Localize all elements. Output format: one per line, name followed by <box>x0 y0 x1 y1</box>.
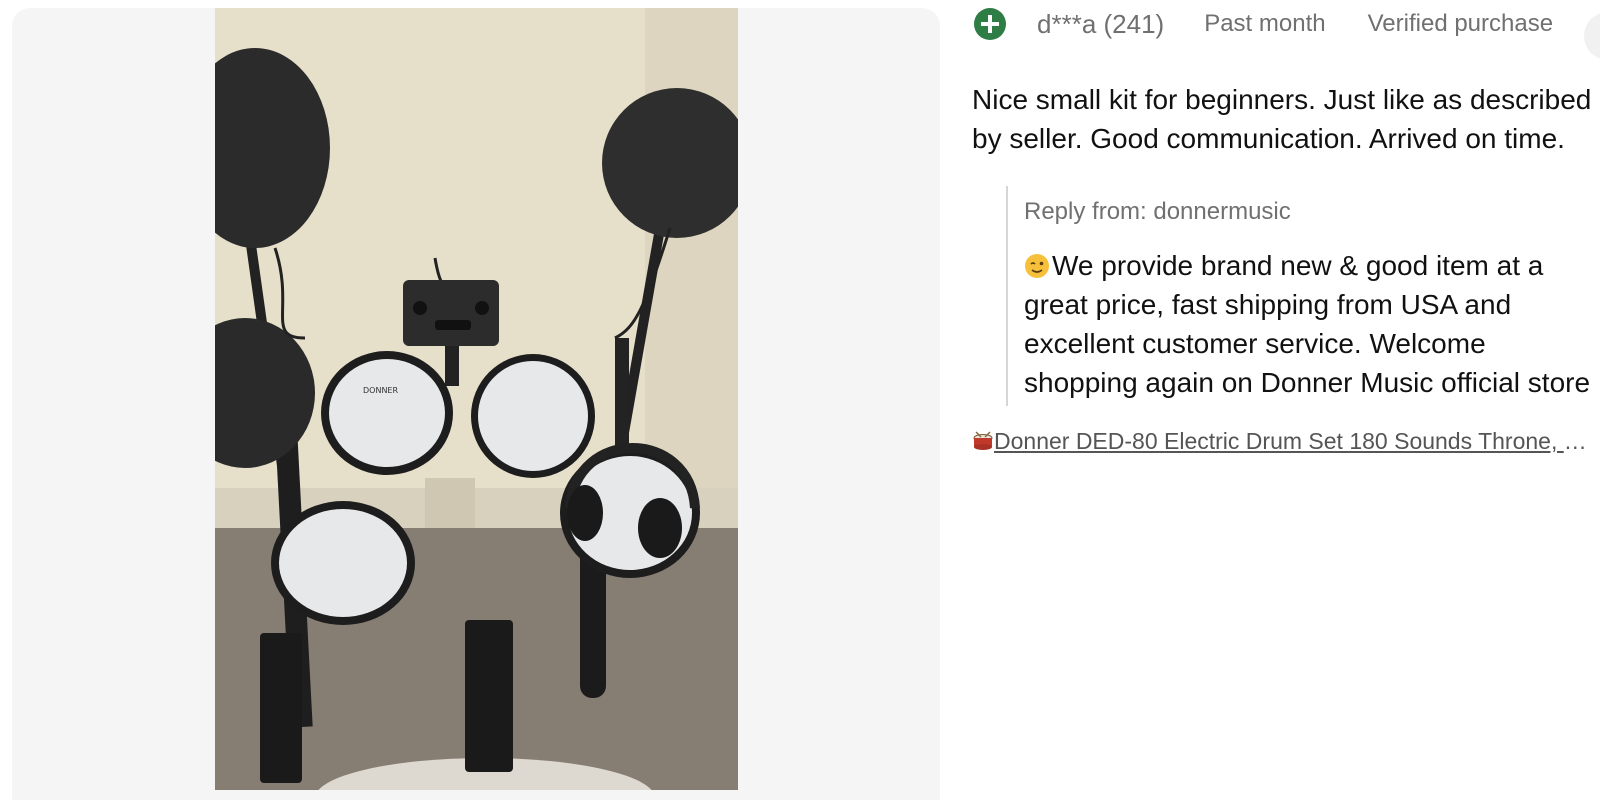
reply-body: We provide brand new & good item at a gr… <box>1024 250 1591 398</box>
review-page: DONNER d***a (241) Past month Verified p… <box>0 0 1600 800</box>
drum-kit-photo: DONNER <box>215 8 738 790</box>
avatar[interactable] <box>974 8 1006 40</box>
reviewer-name: d***a (241) <box>1037 8 1165 39</box>
review-card: d***a (241) Past month Verified purchase… <box>972 0 1600 800</box>
review-text: Nice small kit for beginners. Just like … <box>972 84 1592 154</box>
scroll-next-button[interactable] <box>1584 12 1600 60</box>
review-header: d***a (241) Past month Verified purchase <box>974 6 1553 42</box>
item-link[interactable]: Donner DED-80 Electric Drum Set 180 Soun… <box>972 428 1588 455</box>
reply-text: We provide brand new & good item at a gr… <box>1024 246 1594 402</box>
review-time: Past month <box>1204 10 1326 37</box>
winking-face-icon <box>1025 254 1049 278</box>
drum-icon <box>973 431 993 450</box>
review-photo-panel[interactable]: DONNER <box>12 8 940 800</box>
reply-from-label: Reply from: donnermusic <box>1024 198 1291 225</box>
plus-circle-icon <box>981 15 999 33</box>
review-photo[interactable]: DONNER <box>215 8 738 790</box>
pad-logo: DONNER <box>363 386 398 395</box>
verified-purchase-label: Verified purchase <box>1367 10 1554 37</box>
seller-reply: Reply from: donnermusic We provide brand… <box>1006 186 1600 406</box>
item-link-text: Donner DED-80 Electric Drum Set 180 Soun… <box>994 428 1588 454</box>
